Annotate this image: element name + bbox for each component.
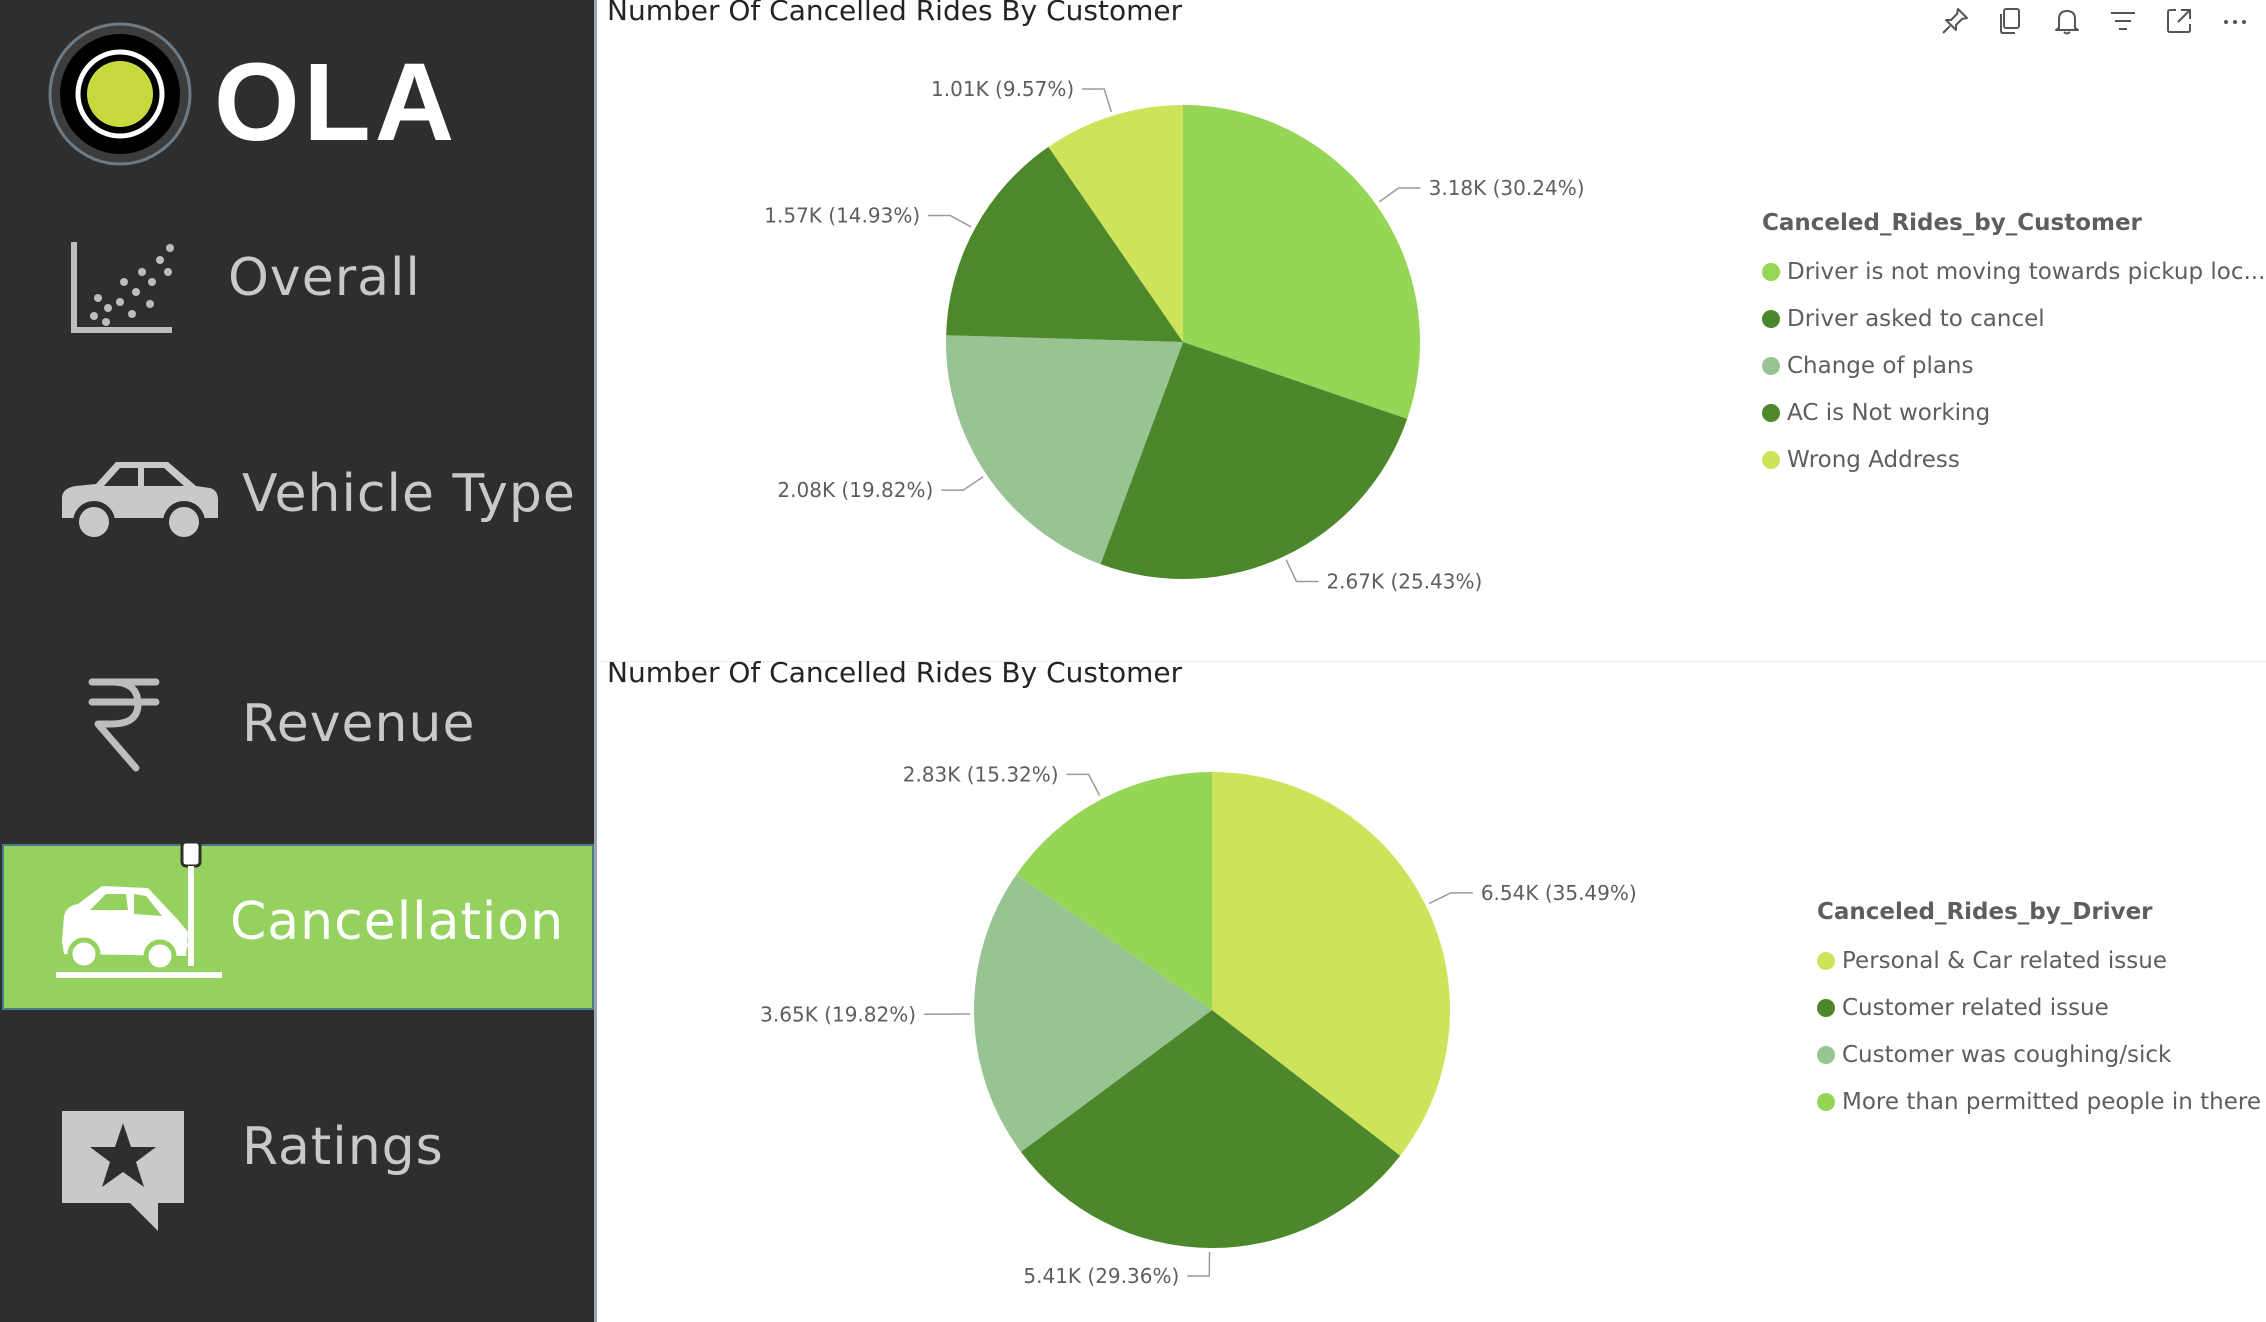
sidebar-nav: OLA Overall Vehicle Type Revenue Cancell… (0, 0, 597, 1322)
focus-mode-icon[interactable] (2164, 6, 2194, 36)
legend-label: Driver is not moving towards pickup loc.… (1787, 258, 2266, 285)
legend-marker (1762, 309, 1780, 328)
legend-item[interactable]: Wrong Address (1762, 436, 2265, 483)
legend-cancelled-by-driver: Canceled_Rides_by_Driver Personal & Car … (1817, 899, 2261, 1125)
nav-label-ratings: Ratings (242, 1117, 444, 1177)
nav-item-vehicle-type[interactable]: Vehicle Type (0, 440, 594, 560)
leader-line (1082, 88, 1113, 113)
data-label: 1.01K (9.57%) (931, 77, 1074, 101)
logo-text: OLA (214, 41, 458, 164)
leader-line (928, 214, 972, 228)
data-label: 3.18K (30.24%) (1429, 176, 1585, 200)
pie-chart-cancelled-by-customer: 3.18K (30.24%) 2.67K (25.43%) 2.08K (19.82… (764, 77, 1585, 594)
legend-item[interactable]: Customer was coughing/sick (1817, 1031, 2261, 1078)
legend-item[interactable]: AC is Not working (1762, 389, 2265, 436)
star-comment-icon (62, 1111, 184, 1231)
scatter-plot-icon (71, 242, 174, 333)
legend-marker (1817, 998, 1835, 1017)
bell-icon[interactable] (2052, 6, 2082, 36)
data-label: 1.57K (14.93%) (764, 203, 920, 227)
more-options-icon[interactable] (2220, 6, 2250, 36)
legend-title: Canceled_Rides_by_Driver (1817, 899, 2153, 925)
nav-label-cancellation: Cancellation (230, 892, 565, 952)
leader-line (1187, 1251, 1211, 1277)
legend-item[interactable]: More than permitted people in there (1817, 1078, 2261, 1125)
chart-2-title: Number Of Cancelled Rides By Customer (607, 656, 1183, 689)
leader-line (1378, 187, 1421, 203)
filter-icon[interactable] (2108, 6, 2138, 36)
legend-marker (1817, 1092, 1835, 1111)
data-label: 2.67K (25.43%) (1326, 569, 1482, 593)
legend-label: Driver asked to cancel (1787, 305, 2045, 332)
data-label: 3.65K (19.82%) (760, 1002, 916, 1026)
nav-label-vehicle-type: Vehicle Type (242, 464, 576, 524)
data-label: 6.54K (35.49%) (1481, 881, 1637, 905)
legend-marker (1762, 450, 1780, 469)
legend-label: Personal & Car related issue (1842, 947, 2167, 974)
legend-item[interactable]: Personal & Car related issue (1817, 937, 2261, 984)
legend-item[interactable]: Driver asked to cancel (1762, 295, 2265, 342)
leader-line (941, 476, 984, 491)
nav-item-overall[interactable]: Overall (0, 220, 594, 340)
legend-marker (1762, 403, 1780, 422)
legend-item[interactable]: Driver is not moving towards pickup loc.… (1762, 248, 2265, 295)
legend-marker (1762, 356, 1780, 375)
legend-title: Canceled_Rides_by_Customer (1762, 210, 2142, 236)
legend-label: Customer related issue (1842, 994, 2109, 1021)
leader-line (1285, 559, 1319, 583)
legend-label: Change of plans (1787, 352, 1974, 379)
rupee-icon (88, 678, 160, 772)
leader-line (1428, 892, 1473, 905)
legend-marker (1817, 951, 1835, 970)
legend-label: Customer was coughing/sick (1842, 1041, 2172, 1068)
car-crash-icon (56, 840, 222, 978)
legend-label: More than permitted people in there (1842, 1088, 2261, 1115)
legend-marker (1762, 262, 1780, 281)
visual-header-toolbar (1940, 6, 2260, 46)
legend-marker (1817, 1045, 1835, 1064)
legend-label: Wrong Address (1787, 446, 1960, 473)
nav-item-ratings[interactable]: Ratings (0, 1095, 594, 1235)
legend-label: AC is Not working (1787, 399, 1991, 426)
nav-item-cancellation[interactable]: Cancellation (2, 840, 594, 1010)
pie-chart-cancelled-by-driver: 6.54K (35.49%) 5.41K (29.36%) 3.65K (19.82… (760, 762, 1637, 1288)
pin-icon[interactable] (1940, 6, 1970, 36)
legend-cancelled-by-customer: Canceled_Rides_by_Customer Driver is not… (1762, 210, 2265, 483)
ola-logo: OLA (48, 22, 458, 166)
car-icon (62, 462, 218, 543)
data-label: 2.08K (19.82%) (777, 478, 933, 502)
legend-item[interactable]: Change of plans (1762, 342, 2265, 389)
nav-item-revenue[interactable]: Revenue (0, 660, 594, 780)
nav-label-revenue: Revenue (242, 694, 476, 754)
copy-icon[interactable] (1996, 6, 2026, 36)
legend-item[interactable]: Customer related issue (1817, 984, 2261, 1031)
data-label: 5.41K (29.36%) (1023, 1264, 1179, 1288)
nav-label-overall: Overall (228, 248, 421, 308)
data-label: 2.83K (15.32%) (903, 762, 1059, 786)
leader-line (1066, 773, 1101, 796)
chart-1-title: Number Of Cancelled Rides By Customer (607, 0, 1183, 27)
